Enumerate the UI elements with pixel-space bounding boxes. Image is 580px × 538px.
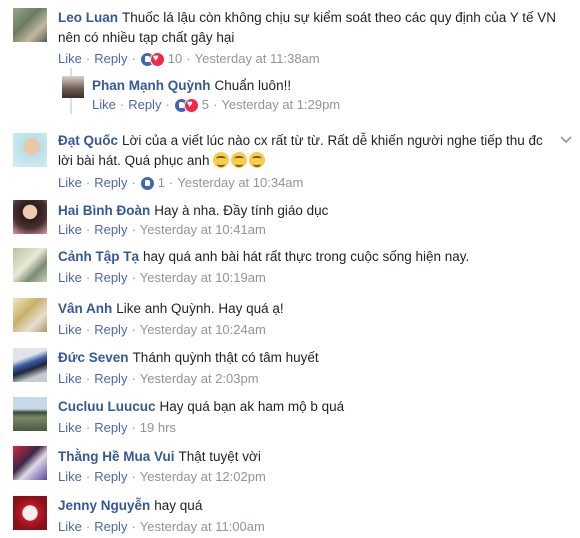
reply-link[interactable]: Reply [94, 322, 127, 337]
timestamp[interactable]: Yesterday at 2:03pm [140, 371, 259, 386]
like-link[interactable]: Like [58, 270, 82, 285]
comment-actions: Like · Reply · Yesterday at 10:24am [58, 322, 266, 337]
comment-text: Like anh Quỳnh. Hay quá ạ! [116, 301, 284, 316]
comment-author[interactable]: Cảnh Tập Tạ [58, 249, 139, 264]
comment-text: Thật tuyệt vời [178, 449, 261, 464]
reaction-summary[interactable] [139, 51, 165, 67]
avatar[interactable] [13, 446, 47, 480]
avatar[interactable] [13, 133, 47, 167]
comment-author[interactable]: Phan Mạnh Quỳnh [92, 78, 211, 93]
avatar[interactable] [13, 298, 47, 332]
like-link[interactable]: Like [58, 519, 82, 534]
comment-actions: Like · Reply · 19 hrs [58, 420, 176, 435]
avatar[interactable] [13, 348, 47, 382]
timestamp[interactable]: Yesterday at 11:00am [140, 519, 265, 534]
like-reaction-icon [139, 175, 155, 191]
avatar[interactable] [13, 8, 47, 42]
timestamp[interactable]: Yesterday at 10:34am [177, 175, 303, 190]
comment-author[interactable]: Đạt Quốc [58, 133, 118, 148]
reply-link[interactable]: Reply [94, 469, 127, 484]
comment-actions: Like · Reply · Yesterday at 2:03pm [58, 371, 259, 386]
comment-author[interactable]: Đức Seven [58, 350, 129, 365]
reply-link[interactable]: Reply [94, 270, 127, 285]
comment-author[interactable]: Leo Luan [58, 10, 118, 25]
avatar[interactable] [13, 496, 47, 530]
avatar[interactable] [13, 248, 47, 282]
reply-link[interactable]: Reply [94, 371, 127, 386]
reply-link[interactable]: Reply [94, 420, 127, 435]
comment-actions: Like · Reply · Yesterday at 10:19am [58, 270, 266, 285]
comment-text: Hay quá bạn ak ham mộ b quá [159, 399, 345, 414]
comment-text: Chuẩn luôn!! [214, 78, 292, 93]
like-link[interactable]: Like [58, 469, 82, 484]
comment-text: Lời của a viết lúc nào cx rất từ từ. Rất… [58, 133, 543, 168]
love-reaction-icon [149, 51, 165, 67]
reply-link[interactable]: Reply [94, 519, 127, 534]
comment-author[interactable]: Jenny Nguyễn [58, 498, 150, 513]
comment-actions: Like · Reply · Yesterday at 12:02pm [58, 469, 266, 484]
reply-link[interactable]: Reply [94, 175, 127, 190]
like-link[interactable]: Like [58, 51, 82, 66]
timestamp[interactable]: 19 hrs [140, 420, 176, 435]
grinning-emoji-icon [249, 152, 266, 168]
timestamp[interactable]: Yesterday at 11:38am [195, 51, 320, 66]
chevron-down-icon[interactable] [560, 136, 572, 144]
grinning-emoji-icon [213, 152, 230, 168]
timestamp[interactable]: Yesterday at 10:41am [140, 222, 266, 237]
reaction-summary[interactable] [139, 175, 155, 191]
comment-author[interactable]: Vân Anh [58, 301, 112, 316]
comment-text: hay quá anh bài hát rất thực trong cuộc … [143, 249, 470, 264]
comment-author[interactable]: Hai Bình Đoàn [58, 203, 150, 218]
avatar[interactable] [13, 397, 47, 431]
reaction-count: 5 [201, 97, 210, 112]
timestamp[interactable]: Yesterday at 10:24am [140, 322, 266, 337]
reply-link[interactable]: Reply [128, 97, 161, 112]
like-link[interactable]: Like [58, 175, 82, 190]
comment-author[interactable]: Cucluu Luucuc [58, 399, 156, 414]
like-link[interactable]: Like [58, 222, 82, 237]
avatar[interactable] [13, 200, 47, 234]
reaction-summary[interactable] [173, 97, 199, 113]
comment-text: Hay à nha. Đầy tính giáo dục [154, 203, 329, 218]
comment-actions: Like · Reply · Yesterday at 11:00am [58, 519, 265, 534]
like-link[interactable]: Like [58, 371, 82, 386]
comment-actions: Like·Reply·5·Yesterday at 1:29pm [92, 97, 340, 114]
love-reaction-icon [183, 97, 199, 113]
like-link[interactable]: Like [92, 97, 116, 112]
timestamp[interactable]: Yesterday at 10:19am [140, 270, 266, 285]
comment-actions: Like · Reply · Yesterday at 10:41am [58, 222, 266, 237]
comment-text: hay quá [154, 498, 203, 513]
comment-actions: Like · Reply · 1 · Yesterday at 10:34am [58, 175, 304, 191]
grinning-emoji-icon [231, 152, 248, 168]
timestamp[interactable]: Yesterday at 1:29pm [221, 97, 340, 112]
comment-author[interactable]: Thằng Hề Mua Vui [58, 449, 175, 464]
reaction-count: 10 [167, 51, 183, 66]
comment-actions: Like·Reply·10·Yesterday at 11:38am [58, 51, 320, 68]
like-link[interactable]: Like [58, 420, 82, 435]
reaction-count: 1 [157, 175, 166, 190]
reply-link[interactable]: Reply [94, 222, 127, 237]
like-link[interactable]: Like [58, 322, 82, 337]
reply-link[interactable]: Reply [94, 51, 127, 66]
comment-text: Thánh quỳnh thật có tâm huyết [132, 350, 319, 365]
timestamp[interactable]: Yesterday at 12:02pm [140, 469, 266, 484]
comment-text: Thuốc lá lậu còn không chịu sự kiểm soát… [58, 10, 557, 45]
avatar[interactable] [62, 76, 84, 98]
